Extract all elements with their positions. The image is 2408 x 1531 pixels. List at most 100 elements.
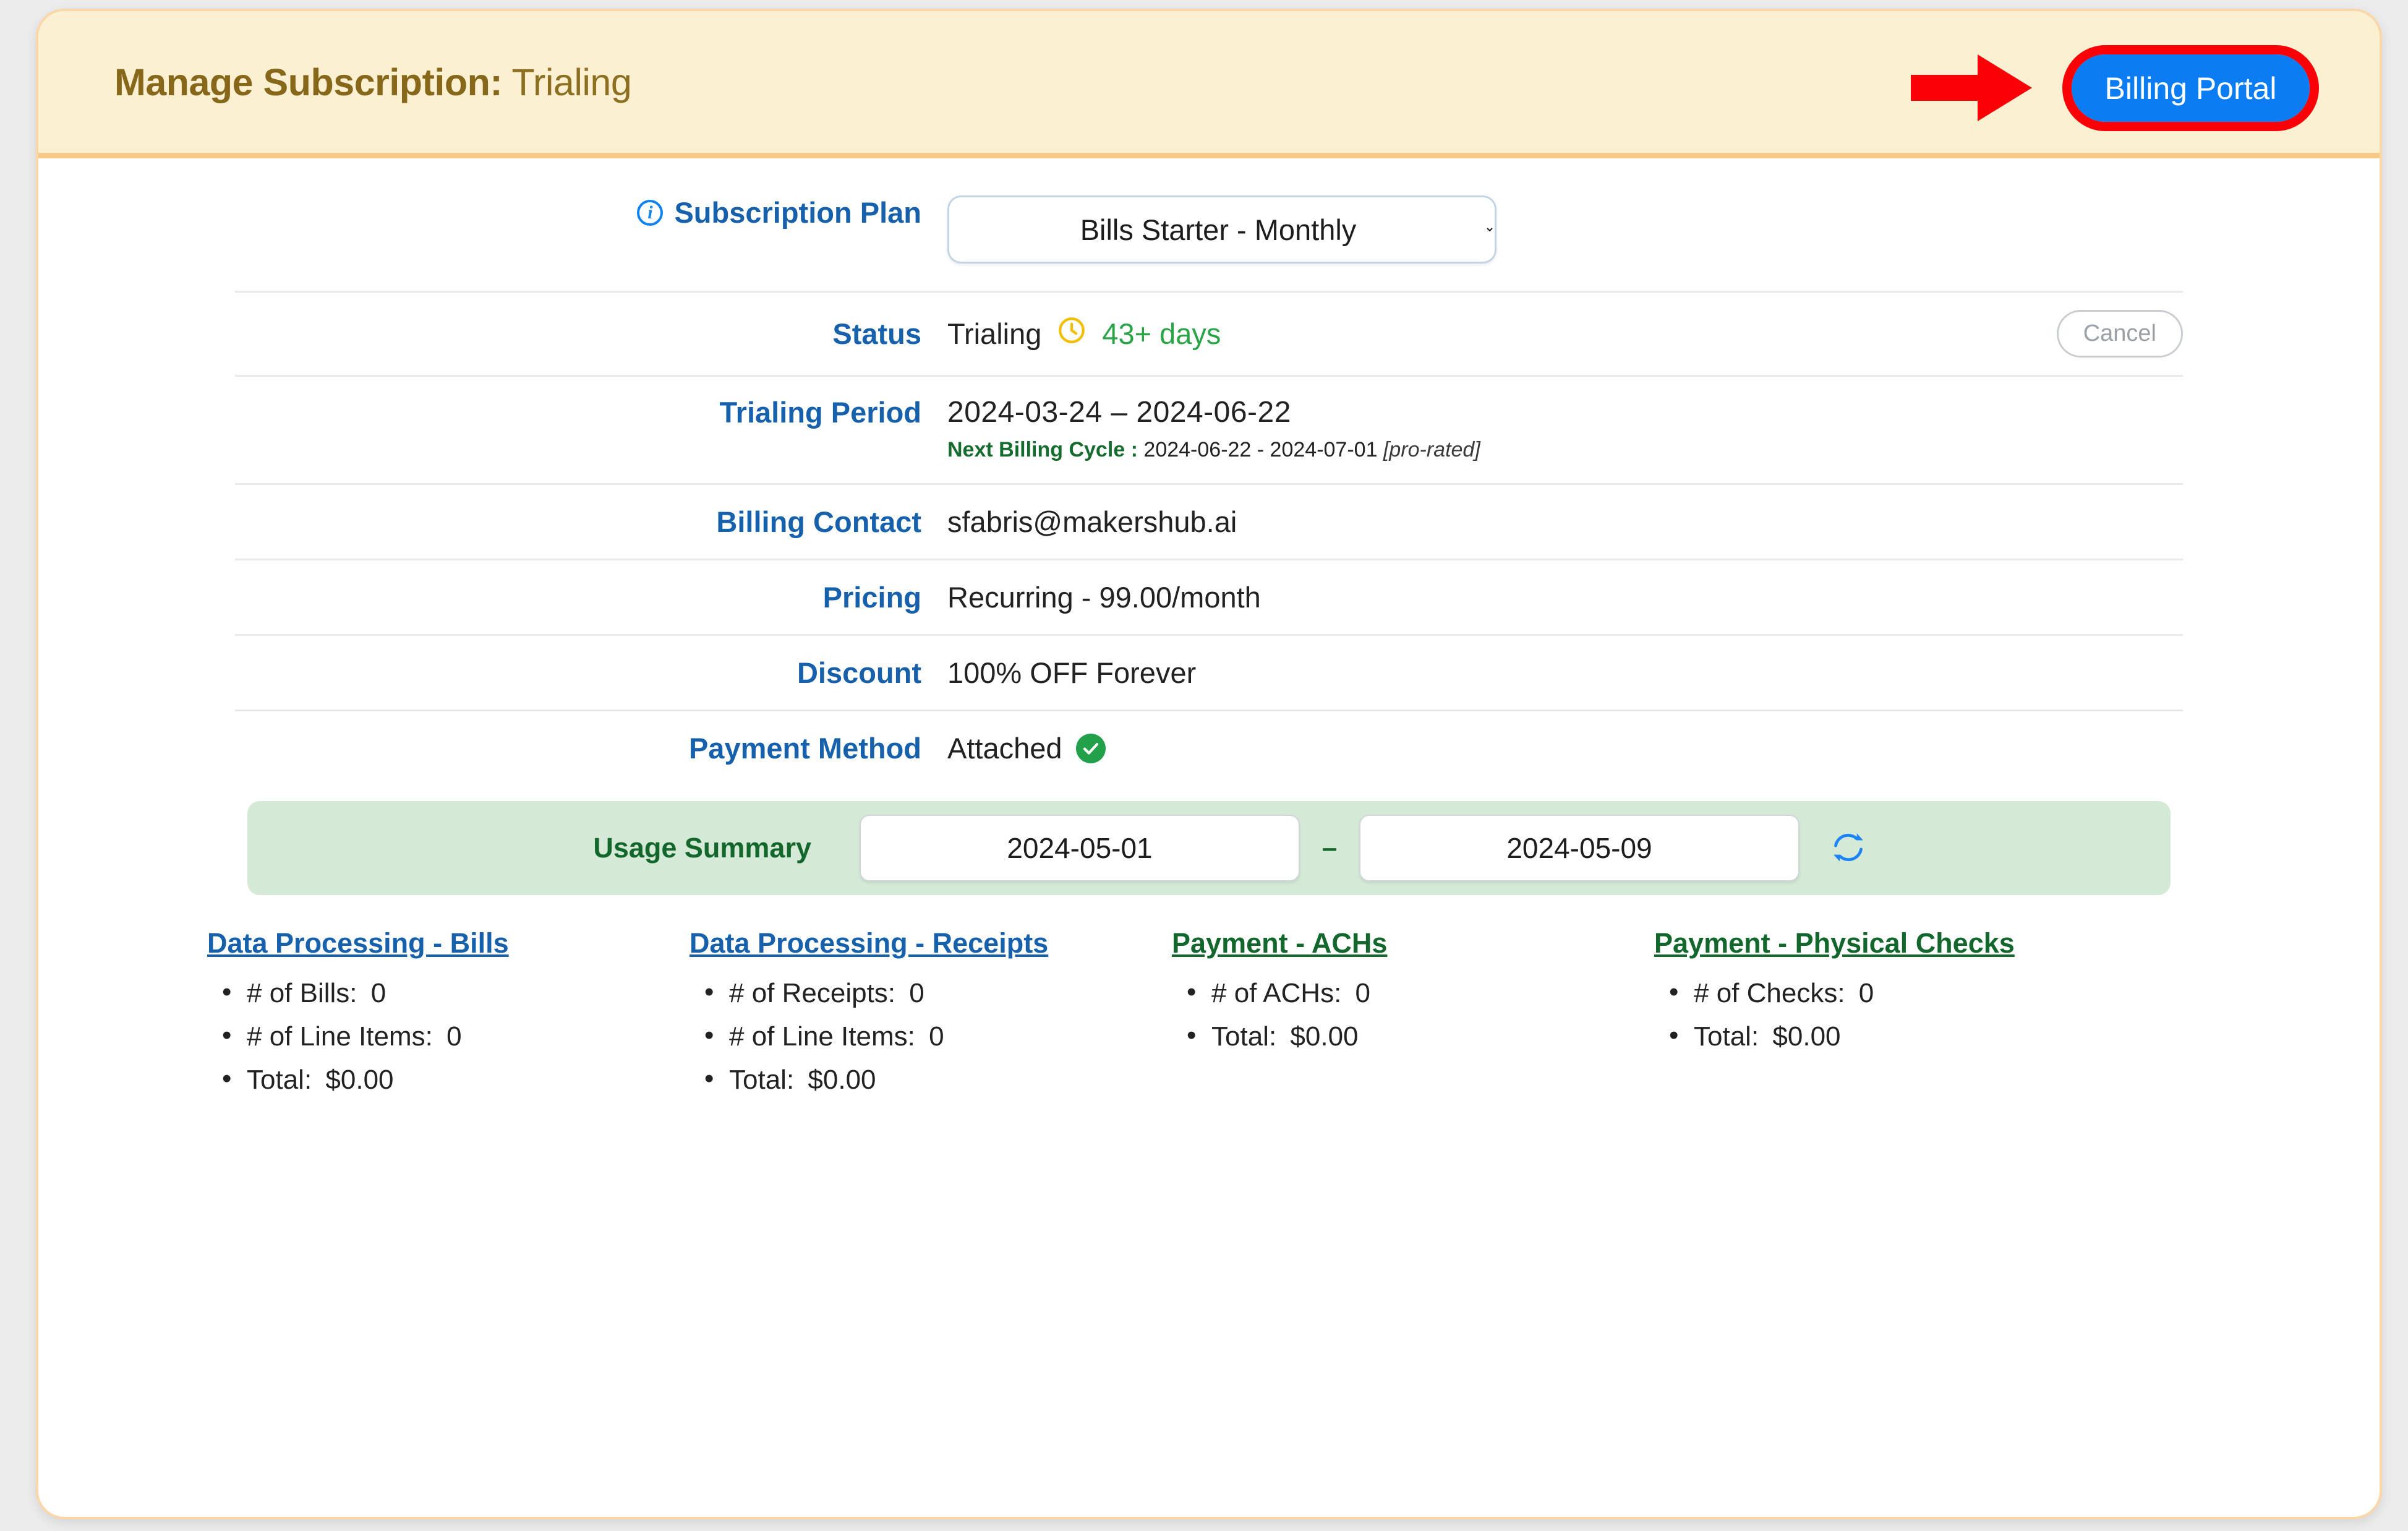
refresh-icon	[1830, 830, 1866, 867]
usage-item-value: 0	[909, 978, 924, 1008]
usage-item-label: Total:	[1694, 1021, 1759, 1052]
row-status: Status Trialing 43+ days Cancel	[235, 293, 2183, 377]
billing-contact-label: Billing Contact	[716, 505, 921, 538]
row-billing-contact: Billing Contact sfabris@makershub.ai	[235, 485, 2183, 560]
row-payment-method: Payment Method Attached	[235, 711, 2183, 785]
list-item: Total: $0.00	[1187, 1020, 1654, 1052]
refresh-usage-button[interactable]	[1830, 830, 1866, 867]
trialing-period-label: Trialing Period	[719, 396, 921, 429]
usage-columns: Data Processing - Bills # of Bills: 0 # …	[201, 927, 2217, 1108]
red-arrow-annotation-icon	[1911, 54, 2032, 121]
subscription-plan-label: Subscription Plan	[674, 196, 921, 229]
subscription-card: Manage Subscription: Trialing Billing Po…	[36, 9, 2382, 1519]
status-wrapper: Trialing 43+ days Cancel	[947, 310, 2183, 358]
prorated-note: [pro-rated]	[1383, 438, 1480, 461]
usage-item-value: 0	[370, 978, 386, 1008]
trial-days-left: 43+ days	[1102, 317, 1221, 350]
subscription-plan-select[interactable]: Bills Starter - Monthly	[947, 195, 1496, 264]
usage-column-list: # of Receipts: 0 # of Line Items: 0 Tota…	[690, 977, 1172, 1096]
usage-item-value: $0.00	[808, 1065, 876, 1095]
clock-icon	[1056, 315, 1087, 353]
info-circle-icon[interactable]: i	[637, 199, 664, 226]
usage-column-title[interactable]: Payment - ACHs	[1172, 927, 1654, 959]
next-billing-cycle-label: Next Billing Cycle :	[947, 438, 1138, 461]
page-title-status: Trialing	[511, 61, 632, 103]
list-item: # of Line Items: 0	[222, 1020, 690, 1052]
list-item: Total: $0.00	[704, 1063, 1172, 1096]
row-pricing: Pricing Recurring - 99.00/month	[235, 560, 2183, 636]
row-subscription-plan: i Subscription Plan Bills Starter - Mont…	[235, 187, 2183, 293]
arrow-shaft	[1911, 75, 1984, 101]
usage-item-label: # of Bills:	[247, 978, 357, 1008]
usage-item-value: 0	[446, 1021, 462, 1052]
usage-item-label: # of Line Items:	[729, 1021, 915, 1052]
usage-item-value: 0	[1355, 978, 1371, 1008]
pricing-label: Pricing	[822, 581, 921, 614]
list-item: Total: $0.00	[222, 1063, 690, 1096]
payment-method-label: Payment Method	[688, 732, 921, 765]
list-item: # of Checks: 0	[1669, 977, 2137, 1009]
usage-item-value: $0.00	[325, 1065, 394, 1095]
list-item: # of Bills: 0	[222, 977, 690, 1009]
discount-value: 100% OFF Forever	[947, 656, 1197, 689]
screenshot-root: Manage Subscription: Trialing Billing Po…	[0, 0, 2408, 1531]
usage-column-list: # of Checks: 0 Total: $0.00	[1654, 977, 2137, 1052]
usage-column-list: # of Bills: 0 # of Line Items: 0 Total: …	[207, 977, 690, 1096]
status-value-group: Trialing 43+ days Cancel	[947, 310, 2183, 358]
usage-item-value: $0.00	[1290, 1021, 1359, 1052]
card-header: Manage Subscription: Trialing Billing Po…	[38, 11, 2380, 158]
pricing-value: Recurring - 99.00/month	[947, 581, 1261, 614]
usage-item-label: # of ACHs:	[1211, 978, 1342, 1008]
usage-item-value: 0	[929, 1021, 944, 1052]
billing-portal-button[interactable]: Billing Portal	[2072, 54, 2310, 122]
list-item: # of Receipts: 0	[704, 977, 1172, 1009]
usage-item-label: # of Receipts:	[729, 978, 896, 1008]
check-circle-icon	[1075, 733, 1106, 763]
subscription-detail-list: i Subscription Plan Bills Starter - Mont…	[235, 158, 2183, 785]
trialing-period-block: 2024-03-24 – 2024-06-22 Next Billing Cyc…	[947, 395, 1480, 462]
usage-summary-label: Usage Summary	[593, 832, 811, 864]
usage-start-date-input[interactable]	[860, 815, 1300, 881]
usage-item-label: Total:	[729, 1065, 795, 1095]
status-label: Status	[832, 317, 921, 350]
date-range-separator: –	[1321, 833, 1338, 863]
card-body: i Subscription Plan Bills Starter - Mont…	[38, 158, 2380, 1511]
usage-column-achs: Payment - ACHs # of ACHs: 0 Total: $0.00	[1172, 927, 1654, 1108]
page-title-strong: Manage Subscription:	[114, 61, 503, 103]
usage-item-label: # of Checks:	[1694, 978, 1845, 1008]
usage-end-date-input[interactable]	[1359, 815, 1800, 881]
billing-contact-value: sfabris@makershub.ai	[947, 505, 1237, 538]
list-item: # of ACHs: 0	[1187, 977, 1654, 1009]
billing-portal-highlight-ring: Billing Portal	[2062, 45, 2319, 131]
trialing-period-value: 2024-03-24 – 2024-06-22 Next Billing Cyc…	[947, 395, 2183, 462]
next-billing-cycle-line: Next Billing Cycle : 2024-06-22 - 2024-0…	[947, 438, 1480, 462]
payment-method-value-group: Attached	[947, 731, 2183, 765]
cancel-subscription-button[interactable]: Cancel	[2056, 310, 2183, 358]
usage-item-value: $0.00	[1772, 1021, 1841, 1052]
subscription-plan-label-group: i Subscription Plan	[235, 195, 947, 229]
subscription-plan-value: Bills Starter - Monthly	[947, 195, 2183, 264]
row-trialing-period: Trialing Period 2024-03-24 – 2024-06-22 …	[235, 377, 2183, 485]
status-text: Trialing	[947, 317, 1042, 350]
usage-column-list: # of ACHs: 0 Total: $0.00	[1172, 977, 1654, 1052]
usage-column-physical-checks: Payment - Physical Checks # of Checks: 0…	[1654, 927, 2137, 1108]
page-title: Manage Subscription: Trialing	[114, 61, 632, 104]
usage-column-title[interactable]: Data Processing - Receipts	[690, 927, 1172, 959]
payment-method-value: Attached	[947, 732, 1062, 765]
usage-column-title[interactable]: Payment - Physical Checks	[1654, 927, 2137, 959]
next-billing-cycle-range: 2024-06-22 - 2024-07-01	[1143, 438, 1378, 461]
payment-method-wrapper: Attached	[947, 731, 1106, 765]
trialing-period-range: 2024-03-24 – 2024-06-22	[947, 396, 1291, 429]
usage-item-label: # of Line Items:	[247, 1021, 433, 1052]
usage-column-title[interactable]: Data Processing - Bills	[207, 927, 690, 959]
usage-item-value: 0	[1858, 978, 1874, 1008]
arrow-head	[1978, 54, 2032, 121]
list-item: # of Line Items: 0	[704, 1020, 1172, 1052]
usage-column-receipts: Data Processing - Receipts # of Receipts…	[690, 927, 1172, 1108]
row-discount: Discount 100% OFF Forever	[235, 636, 2183, 711]
usage-column-bills: Data Processing - Bills # of Bills: 0 # …	[207, 927, 690, 1108]
usage-summary-bar: Usage Summary –	[247, 801, 2171, 895]
discount-label: Discount	[796, 656, 921, 689]
list-item: Total: $0.00	[1669, 1020, 2137, 1052]
usage-item-label: Total:	[247, 1065, 312, 1095]
